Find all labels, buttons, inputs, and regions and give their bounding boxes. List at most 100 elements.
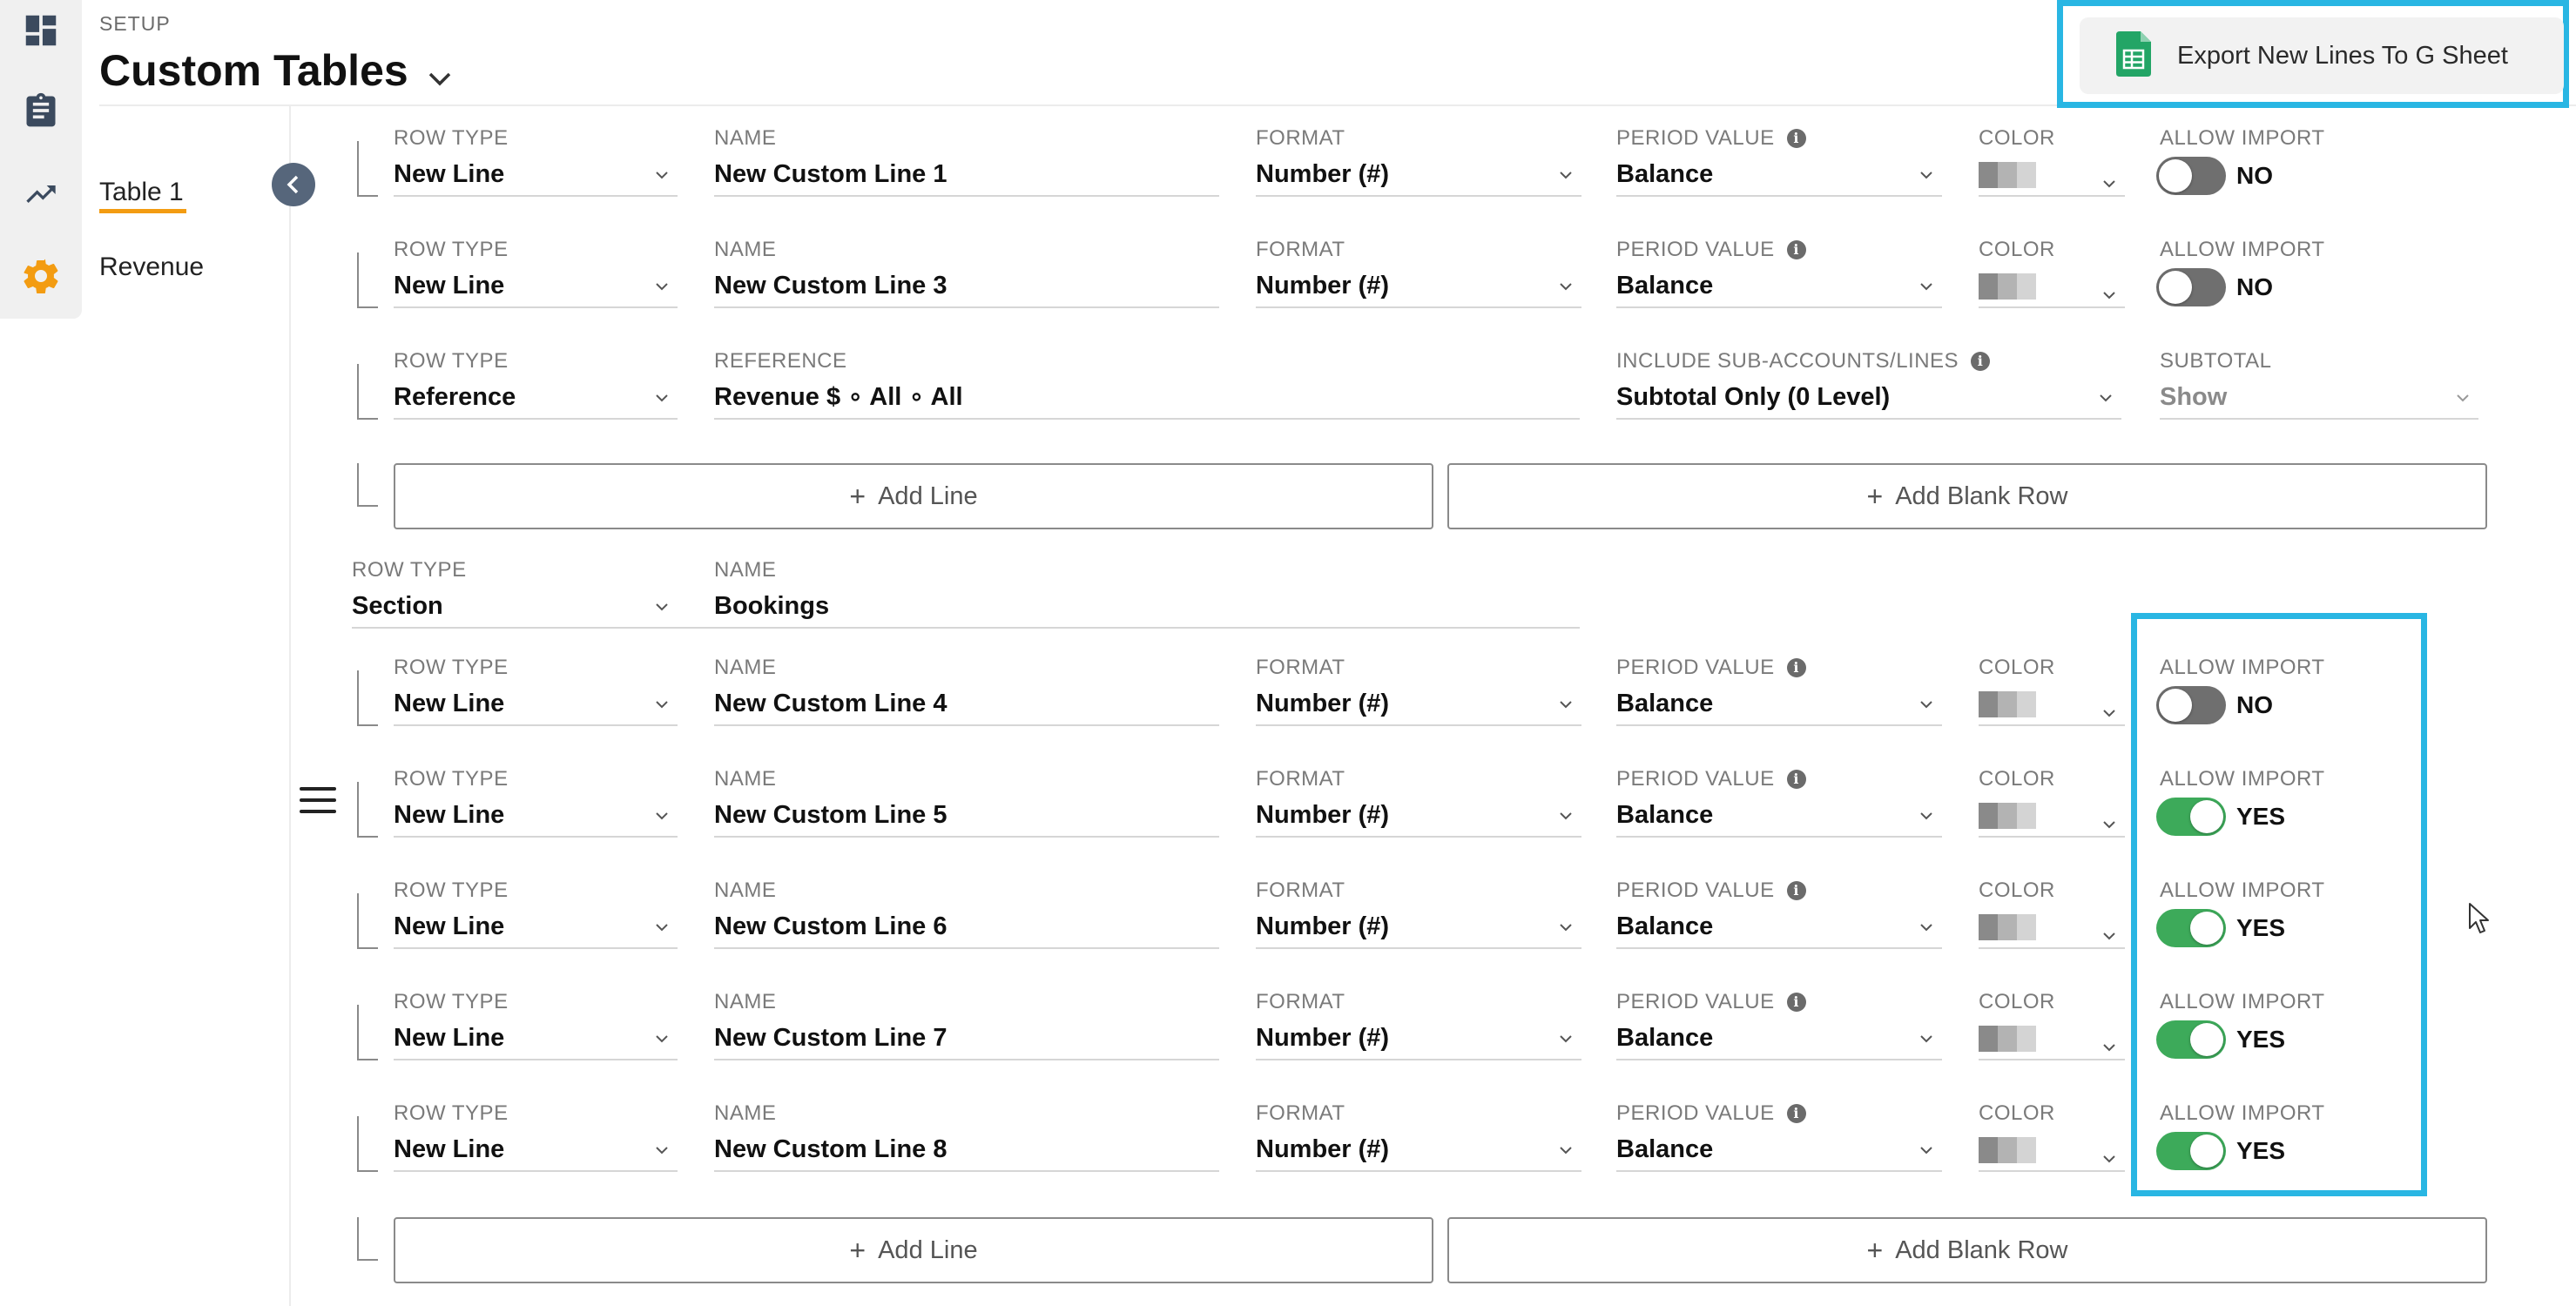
dashboard-icon[interactable]	[17, 7, 64, 54]
chevron-down-icon	[1560, 701, 1572, 709]
period-value-label: PERIOD VALUE	[1616, 238, 1775, 261]
format-field[interactable]: FORMAT Number (#)	[1256, 235, 1581, 308]
color-swatch	[1979, 273, 2036, 300]
allow-import-toggle[interactable]: NO	[2156, 268, 2273, 306]
info-icon[interactable]: i	[1786, 993, 1806, 1012]
name-field[interactable]: NAME New Custom Line 4	[714, 653, 1219, 726]
color-field[interactable]: COLOR	[1979, 235, 2125, 308]
color-field[interactable]: COLOR	[1979, 764, 2125, 838]
color-field[interactable]: COLOR	[1979, 124, 2125, 197]
export-to-gsheet-button[interactable]: Export New Lines To G Sheet	[2080, 17, 2564, 94]
period-value-field[interactable]: PERIOD VALUE i Balance	[1616, 987, 1942, 1060]
color-field[interactable]: COLOR	[1979, 876, 2125, 949]
info-icon[interactable]: i	[1971, 352, 1991, 371]
period-value-label: PERIOD VALUE	[1616, 990, 1775, 1013]
subtotal-field[interactable]: SUBTOTAL Show	[2160, 347, 2478, 420]
color-field[interactable]: COLOR	[1979, 1099, 2125, 1172]
info-icon[interactable]: i	[1786, 240, 1806, 259]
chevron-down-icon	[1560, 1147, 1572, 1155]
period-value-label: PERIOD VALUE	[1616, 1101, 1775, 1125]
row-type-field[interactable]: ROW TYPE Section	[352, 555, 678, 627]
add-blank-row-label: Add Blank Row	[1895, 481, 2068, 510]
row-type-field[interactable]: ROW TYPE New Line	[394, 987, 678, 1060]
period-value-field[interactable]: PERIOD VALUE i Balance	[1616, 124, 1942, 197]
period-value-value: Balance	[1616, 1024, 1714, 1052]
name-field[interactable]: NAME Bookings	[714, 555, 1219, 627]
row-type-field[interactable]: ROW TYPE New Line	[394, 124, 678, 197]
chevron-down-icon	[1920, 924, 1932, 932]
name-field[interactable]: NAME New Custom Line 6	[714, 876, 1219, 949]
info-icon[interactable]: i	[1786, 770, 1806, 789]
page-title[interactable]: Custom Tables	[99, 44, 452, 98]
chevron-down-icon[interactable]	[428, 47, 452, 98]
color-field[interactable]: COLOR	[1979, 987, 2125, 1060]
add-blank-row-button[interactable]: + Add Blank Row	[1447, 1217, 2487, 1283]
allow-import-toggle[interactable]: NO	[2156, 157, 2273, 195]
allow-import-highlight	[2131, 613, 2427, 1196]
info-icon[interactable]: i	[1786, 1104, 1806, 1123]
color-field[interactable]: COLOR	[1979, 653, 2125, 726]
row-type-field[interactable]: ROW TYPE New Line	[394, 653, 678, 726]
allow-import-state: NO	[2236, 273, 2273, 300]
tree-connector	[357, 670, 378, 726]
format-field[interactable]: FORMAT Number (#)	[1256, 876, 1581, 949]
name-field[interactable]: NAME New Custom Line 5	[714, 764, 1219, 838]
period-value-field[interactable]: PERIOD VALUE i Balance	[1616, 235, 1942, 308]
row-type-value: Section	[352, 592, 443, 620]
info-icon[interactable]: i	[1786, 658, 1806, 677]
info-icon[interactable]: i	[1786, 881, 1806, 900]
tree-connector	[357, 252, 378, 308]
name-field[interactable]: NAME New Custom Line 7	[714, 987, 1219, 1060]
name-field[interactable]: NAME New Custom Line 1	[714, 124, 1219, 197]
chevron-down-icon	[2103, 821, 2115, 829]
section-label: SETUP	[99, 12, 171, 35]
format-field[interactable]: FORMAT Number (#)	[1256, 124, 1581, 197]
period-value-field[interactable]: PERIOD VALUE i Balance	[1616, 653, 1942, 726]
format-field[interactable]: FORMAT Number (#)	[1256, 764, 1581, 838]
reference-field[interactable]: REFERENCE Revenue $ ∘ All ∘ All	[714, 347, 1580, 420]
format-value: Number (#)	[1256, 801, 1390, 829]
allow-import-label: ALLOW IMPORT	[2160, 238, 2325, 261]
row-type-label: ROW TYPE	[394, 656, 509, 679]
add-blank-row-button[interactable]: + Add Blank Row	[1447, 463, 2487, 529]
add-line-label: Add Line	[878, 1235, 978, 1264]
name-field[interactable]: NAME New Custom Line 3	[714, 235, 1219, 308]
row-type-field[interactable]: ROW TYPE New Line	[394, 876, 678, 949]
include-sub-field[interactable]: INCLUDE SUB-ACCOUNTS/LINES i Subtotal Onl…	[1616, 347, 2121, 420]
row-type-field[interactable]: ROW TYPE New Line	[394, 1099, 678, 1172]
row-type-field[interactable]: ROW TYPE New Line	[394, 235, 678, 308]
chevron-down-icon	[1920, 172, 1932, 179]
add-line-button[interactable]: + Add Line	[394, 1217, 1433, 1283]
table-row: ROW TYPE New Line NAME New Custom Line 3…	[0, 235, 2576, 340]
color-label: COLOR	[1979, 238, 2055, 261]
row-type-label: ROW TYPE	[394, 990, 509, 1013]
period-value-label: PERIOD VALUE	[1616, 879, 1775, 902]
page-title-text: Custom Tables	[99, 46, 408, 95]
chevron-down-icon	[1560, 283, 1572, 291]
name-value: New Custom Line 8	[714, 1128, 1219, 1172]
chevron-down-icon	[656, 603, 668, 611]
name-value: New Custom Line 7	[714, 1017, 1219, 1060]
tree-connector	[357, 782, 378, 838]
chevron-down-icon	[656, 1035, 668, 1043]
period-value-field[interactable]: PERIOD VALUE i Balance	[1616, 876, 1942, 949]
row-type-field[interactable]: ROW TYPE Reference	[394, 347, 678, 420]
format-field[interactable]: FORMAT Number (#)	[1256, 987, 1581, 1060]
info-icon[interactable]: i	[1786, 129, 1806, 148]
name-field[interactable]: NAME New Custom Line 8	[714, 1099, 1219, 1172]
row-type-field[interactable]: ROW TYPE New Line	[394, 764, 678, 838]
period-value-field[interactable]: PERIOD VALUE i Balance	[1616, 764, 1942, 838]
chevron-down-icon	[2103, 180, 2115, 188]
color-label: COLOR	[1979, 767, 2055, 791]
sheets-icon	[2116, 30, 2151, 81]
add-blank-row-label: Add Blank Row	[1895, 1235, 2068, 1264]
format-field[interactable]: FORMAT Number (#)	[1256, 653, 1581, 726]
period-value-field[interactable]: PERIOD VALUE i Balance	[1616, 1099, 1942, 1172]
add-line-button[interactable]: + Add Line	[394, 463, 1433, 529]
format-field[interactable]: FORMAT Number (#)	[1256, 1099, 1581, 1172]
plus-icon: +	[849, 480, 867, 512]
color-label: COLOR	[1979, 879, 2055, 902]
toggle-switch[interactable]	[2156, 268, 2226, 306]
row-type-value: New Line	[394, 1024, 505, 1052]
toggle-switch[interactable]	[2156, 157, 2226, 195]
